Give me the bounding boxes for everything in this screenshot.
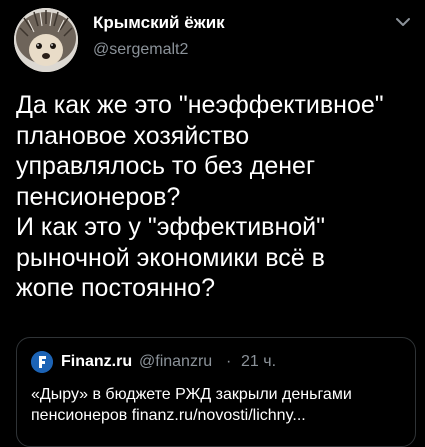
author-handle[interactable]: @sergemalt2 (93, 41, 188, 59)
finanz-logo-icon[interactable] (31, 351, 53, 373)
quoted-author-name[interactable]: Finanz.ru (61, 353, 132, 371)
tweet-text-line: пенсионеров? (16, 182, 181, 211)
quoted-tweet-time[interactable]: 21 ч. (241, 353, 276, 371)
dot-separator: · (226, 353, 232, 370)
tweet-text-line: рыночной экономики всё в (16, 243, 325, 272)
tweet-text-line: плановое хозяйство (16, 121, 250, 150)
hedgehog-icon (14, 8, 78, 72)
quoted-tweet-card[interactable]: Finanz.ru @finanzru · 21 ч. «Дыру» в бюд… (16, 337, 416, 447)
tweet-text-line: жопе постоянно? (16, 274, 215, 302)
quoted-text-line: пенсионеров finanz.ru/novosti/lichny... (31, 407, 306, 424)
author-avatar[interactable] (14, 8, 78, 72)
tweet[interactable]: Крымский ёжик @sergemalt2 Да как же это … (0, 0, 425, 447)
tweet-text-line: Да как же это "неэффективное" (16, 91, 384, 119)
tweet-text-line: управлялось то без денег (16, 152, 316, 180)
quoted-text-line: «Дыру» в бюджете РЖД закрыли деньгами (31, 386, 352, 403)
chevron-down-icon[interactable] (393, 12, 413, 32)
author-name[interactable]: Крымский ёжик (93, 13, 225, 33)
tweet-text: Да как же это "неэффективное" плановое х… (16, 90, 416, 304)
tweet-text-line: И как это у "эффективной" (16, 213, 325, 241)
quoted-tweet-text: «Дыру» в бюджете РЖД закрыли деньгами пе… (31, 384, 411, 426)
quoted-author-handle[interactable]: @finanzru (139, 353, 212, 371)
